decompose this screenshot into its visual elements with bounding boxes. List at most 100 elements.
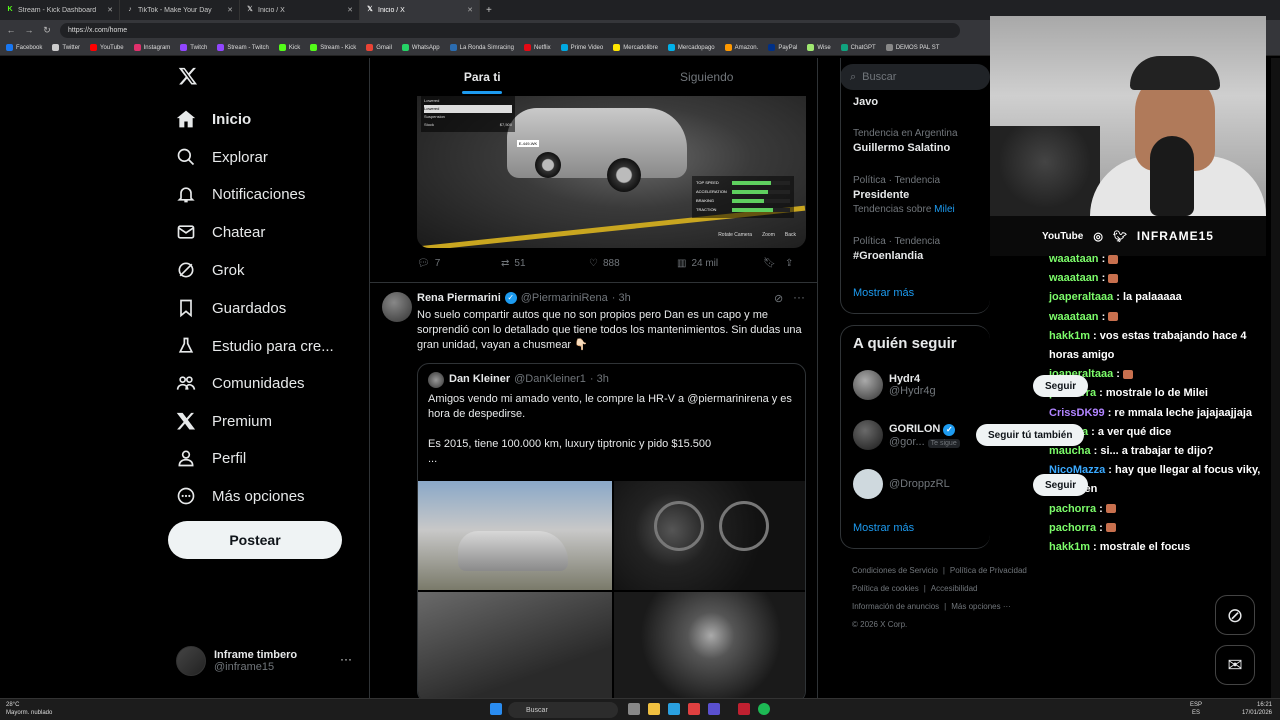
bookmark-item[interactable]: ChatGPT	[840, 44, 876, 51]
nav-item-chatear[interactable]: Chatear	[176, 222, 265, 242]
reply-button[interactable]: 💬︎ 7	[417, 258, 501, 269]
messages-button[interactable]: ✉︎	[1215, 645, 1255, 685]
nav-item-perfil[interactable]: Perfil	[176, 448, 246, 468]
account-switcher[interactable]: Inframe timbero @inframe15 ···	[176, 644, 356, 678]
views-button[interactable]: ▥ 24 mil	[677, 258, 763, 269]
close-icon[interactable]: ✕	[467, 6, 473, 14]
tab-para-ti[interactable]: Para ti	[370, 58, 595, 96]
footer-link[interactable]: Política de cookies	[852, 584, 919, 593]
bookmark-item[interactable]: La Ronda Simracing	[449, 44, 514, 51]
trend-item[interactable]: Política · Tendencia Presidente Tendenci…	[853, 175, 993, 215]
windows-start-icon[interactable]	[490, 703, 502, 715]
back-icon[interactable]: ←	[6, 25, 16, 35]
repost-button[interactable]: ⇄ 51	[501, 258, 589, 269]
forward-icon[interactable]: →	[24, 25, 34, 35]
nav-item-estudio-para-cre[interactable]: Estudio para cre...	[176, 336, 334, 356]
browser-tab-tiktok[interactable]: ♪ TikTok - Make Your Day ✕	[120, 0, 240, 20]
car-exterior-photo[interactable]	[418, 481, 612, 590]
nav-item-premium[interactable]: Premium	[176, 411, 272, 431]
bookmark-item[interactable]: DEMOS PAL ST	[885, 44, 939, 51]
trend-sub-link[interactable]: Milei	[934, 204, 955, 215]
reload-icon[interactable]: ↻	[42, 25, 52, 36]
follow-button[interactable]: Seguir	[1033, 375, 1089, 397]
bookmark-item[interactable]: YouTube	[90, 44, 124, 51]
new-tab-button[interactable]: +	[480, 0, 504, 20]
footer-link[interactable]: Condiciones de Servicio	[852, 566, 938, 575]
spotify-icon[interactable]	[758, 703, 770, 715]
suggested-account[interactable]: @DroppzRL	[853, 469, 1053, 499]
author-name[interactable]: Rena Piermarini	[417, 292, 501, 304]
trend-item[interactable]: Tendencia en Argentina Guillermo Salatin…	[853, 128, 993, 154]
grok-button[interactable]: ⊘	[1215, 595, 1255, 635]
tab-siguiendo[interactable]: Siguiendo	[595, 58, 818, 96]
gear-shifter-photo[interactable]	[614, 592, 805, 698]
like-button[interactable]: ♡ 888	[589, 258, 677, 269]
browser-tab-x[interactable]: 𝕏 Inicio / X ✕	[240, 0, 360, 20]
task-view-icon[interactable]	[628, 703, 640, 715]
tweet-media-image[interactable]: E-449-WK Lowered Lowered Suspension Stoc…	[417, 96, 806, 248]
browser-tab-kick[interactable]: K Stream - Kick Dashboard ✕	[0, 0, 120, 20]
show-more-trends-link[interactable]: Mostrar más	[853, 287, 914, 299]
dashboard-photo[interactable]	[614, 481, 805, 590]
x-logo-icon[interactable]	[178, 66, 198, 91]
app-icon[interactable]	[738, 703, 750, 715]
more-icon[interactable]: ···	[340, 652, 352, 666]
bookmark-item[interactable]: Twitter	[52, 44, 80, 51]
close-icon[interactable]: ✕	[227, 6, 233, 14]
nav-item-guardados[interactable]: Guardados	[176, 298, 286, 318]
file-explorer-icon[interactable]	[648, 703, 660, 715]
nav-item-notificaciones[interactable]: Notificaciones	[176, 184, 305, 204]
bookmark-item[interactable]: Instagram	[133, 44, 170, 51]
bookmark-item[interactable]: Kick	[278, 44, 300, 51]
bookmark-item[interactable]: Wise	[807, 44, 831, 51]
nav-item-explorar[interactable]: Explorar	[176, 147, 268, 167]
bookmark-item[interactable]: PayPal	[768, 44, 797, 51]
bookmark-item[interactable]: Gmail	[366, 44, 392, 51]
more-icon[interactable]: ···	[793, 290, 805, 304]
close-icon[interactable]: ✕	[347, 6, 353, 14]
bookmark-item[interactable]: Amazon.	[724, 44, 758, 51]
close-icon[interactable]: ✕	[107, 6, 113, 14]
nav-item-más-opciones[interactable]: Más opciones	[176, 486, 305, 506]
post-button[interactable]: Postear	[168, 521, 342, 559]
share-button[interactable]: ⇪	[785, 258, 793, 269]
bookmark-item[interactable]: WhatsApp	[401, 44, 440, 51]
footer-link[interactable]: Información de anuncios	[852, 602, 939, 611]
suggested-account[interactable]: Hydr4 @Hydr4g	[853, 370, 1053, 400]
footer-link[interactable]: Más opciones ···	[951, 602, 1011, 611]
interior-seats-photo[interactable]	[418, 592, 612, 698]
bookmark-item[interactable]: Mercadopago	[667, 44, 715, 51]
url-field[interactable]: https://x.com/home	[60, 22, 960, 38]
bookmark-item[interactable]: Prime Video	[560, 44, 603, 51]
follow-back-button[interactable]: Seguir tú también	[976, 424, 1085, 446]
footer-link[interactable]: Accesibilidad	[931, 584, 978, 593]
quoted-tweet[interactable]: Dan Kleiner @DanKleiner1 · 3h Amigos ven…	[417, 363, 806, 698]
chrome-icon[interactable]	[688, 703, 700, 715]
trend-item[interactable]: Política · Tendencia #Groenlandia	[853, 236, 993, 262]
bookmark-item[interactable]: Mercadolibre	[613, 44, 658, 51]
nav-item-inicio[interactable]: Inicio	[176, 109, 251, 129]
language-indicator[interactable]: ESP ES	[1190, 701, 1202, 717]
weather-widget[interactable]: 28°C Mayorm. nublado	[6, 701, 52, 717]
scrollbar[interactable]	[1271, 58, 1280, 698]
browser-tab-x-active[interactable]: 𝕏 Inicio / X ✕	[360, 0, 480, 20]
bookmark-item[interactable]: Facebook	[6, 44, 42, 51]
nav-item-grok[interactable]: Grok	[176, 260, 245, 280]
follow-button[interactable]: Seguir	[1033, 474, 1089, 496]
bookmark-item[interactable]: Twitch	[180, 44, 207, 51]
taskbar-search[interactable]: Buscar	[508, 702, 618, 718]
bookmark-button[interactable]: 🔖︎	[763, 258, 785, 269]
nav-item-comunidades[interactable]: Comunidades	[176, 373, 305, 393]
trend-item[interactable]: Javo	[853, 96, 993, 108]
bookmark-item[interactable]: Stream - Twitch	[217, 44, 269, 51]
system-clock[interactable]: 16:21 17/01/2026	[1242, 701, 1272, 717]
avatar[interactable]	[382, 292, 412, 322]
footer-link[interactable]: Política de Privacidad	[950, 566, 1027, 575]
grok-icon[interactable]: ⊘	[774, 292, 783, 305]
app-icon[interactable]	[708, 703, 720, 715]
bookmark-item[interactable]: Netflix	[523, 44, 551, 51]
bookmark-item[interactable]: Stream - Kick	[310, 44, 356, 51]
show-more-follow-link[interactable]: Mostrar más	[853, 522, 914, 534]
author-handle[interactable]: @PiermariniRena	[521, 292, 608, 304]
edge-icon[interactable]	[668, 703, 680, 715]
